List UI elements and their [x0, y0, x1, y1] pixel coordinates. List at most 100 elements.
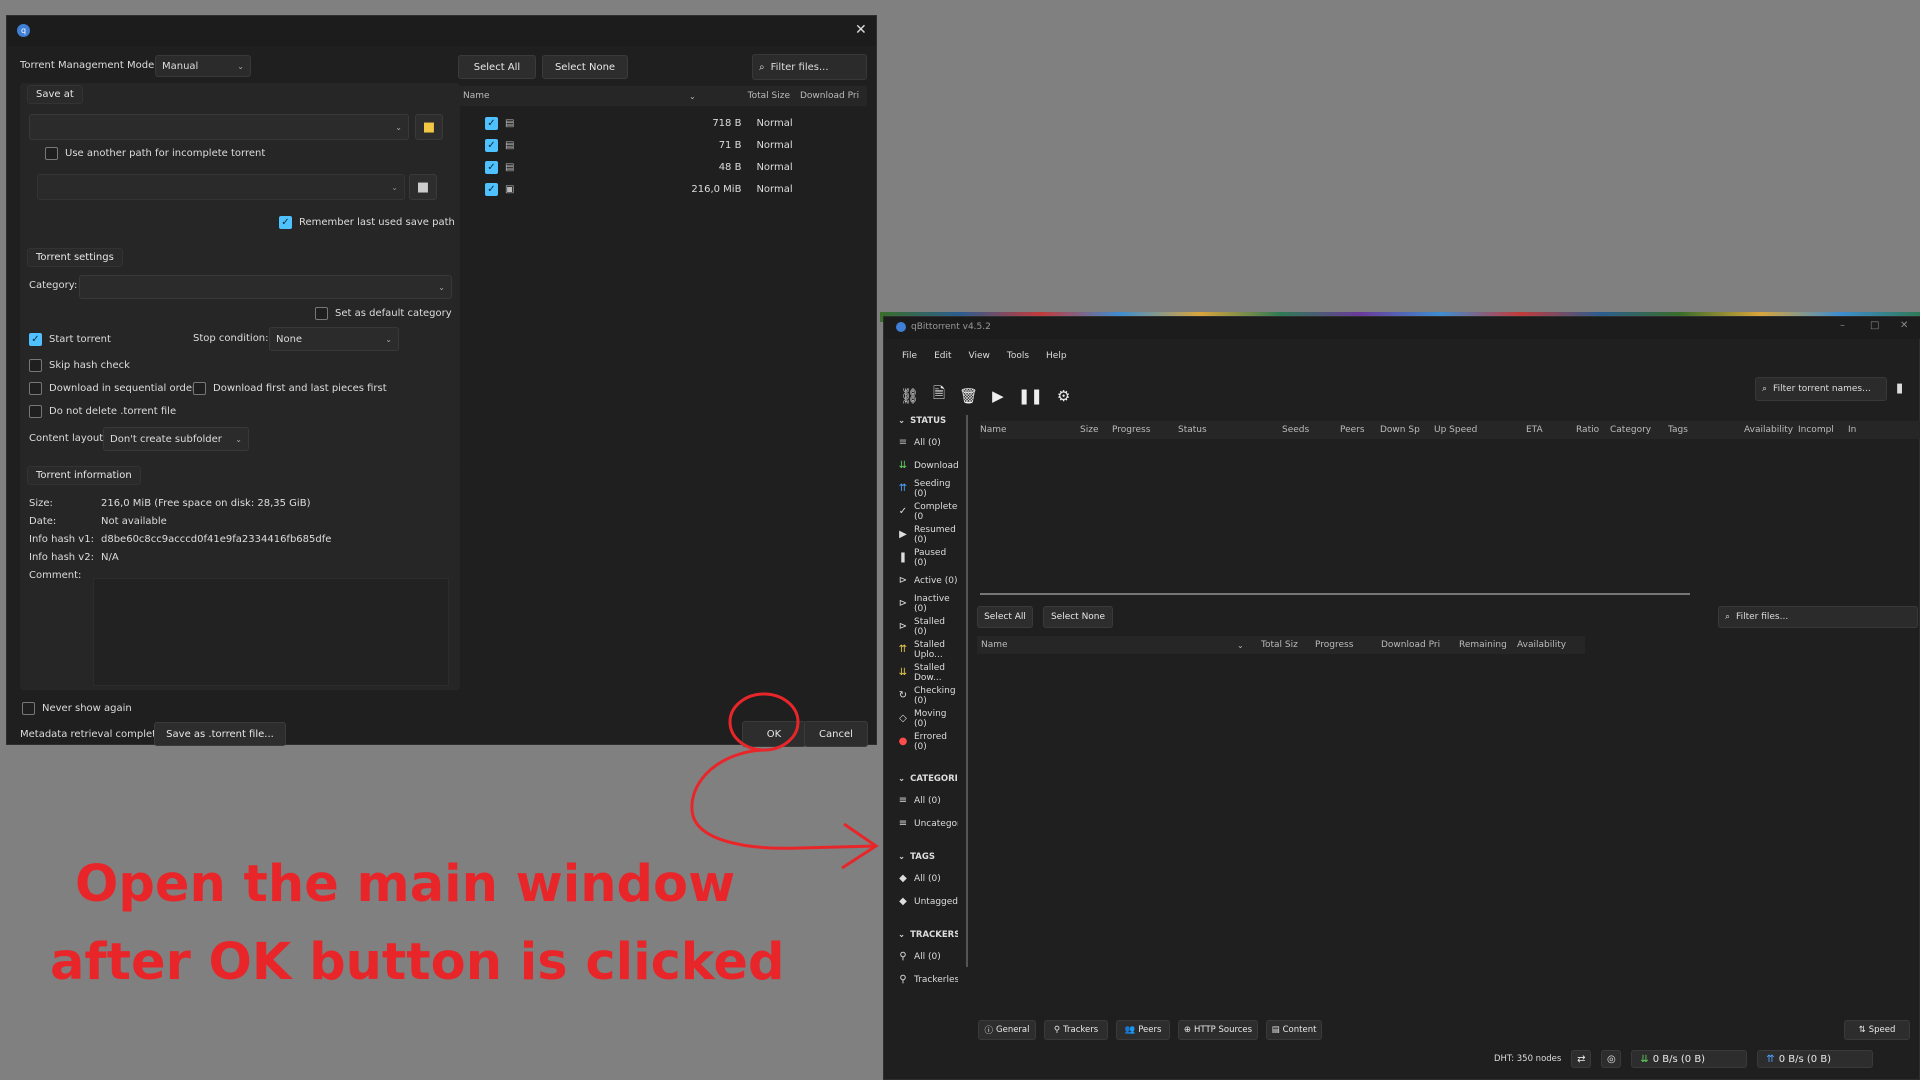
- settings-icon[interactable]: ⚙: [1057, 387, 1070, 405]
- save-torrent-file-button[interactable]: Save as .torrent file...: [154, 722, 286, 746]
- col-size[interactable]: Size: [1080, 425, 1112, 435]
- browse-incomplete-folder-button[interactable]: ■: [409, 174, 437, 200]
- file-checkbox[interactable]: ✓: [485, 182, 498, 196]
- maximize-icon[interactable]: □: [1870, 320, 1879, 331]
- menu-file[interactable]: File: [902, 351, 917, 361]
- status-resumed[interactable]: ▶ Resumed (0): [890, 523, 958, 546]
- file-row[interactable]: ✓ ▤ 48 B Normal: [459, 156, 867, 178]
- select-none-button[interactable]: Select None: [542, 55, 628, 79]
- col-total-size[interactable]: Total Size: [723, 91, 790, 101]
- col-ratio[interactable]: Ratio: [1576, 425, 1610, 435]
- select-all-button[interactable]: Select All: [458, 55, 536, 79]
- col-peers[interactable]: Peers: [1340, 425, 1380, 435]
- status-all[interactable]: ≡ All (0): [890, 431, 958, 454]
- status-completed[interactable]: ✓ Completed (0: [890, 500, 958, 523]
- filter-files-input[interactable]: ⌕ Filter files...: [752, 54, 867, 80]
- start-torrent-checkbox[interactable]: ✓: [29, 333, 42, 346]
- torrent-search-input[interactable]: ⌕ Filter torrent names...: [1755, 377, 1887, 401]
- tags-header[interactable]: ⌄ TAGS: [890, 847, 958, 867]
- content-col-remaining[interactable]: Remaining: [1459, 640, 1517, 650]
- network-icon[interactable]: ⇄: [1571, 1050, 1592, 1068]
- menu-view[interactable]: View: [969, 351, 990, 361]
- first-last-checkbox[interactable]: [193, 382, 206, 395]
- col-availability[interactable]: Availability: [1744, 425, 1798, 435]
- status-header[interactable]: ⌄ STATUS: [890, 411, 958, 431]
- save-path-combo[interactable]: ⌄: [29, 114, 409, 140]
- alt-speed-icon[interactable]: ◎: [1601, 1050, 1622, 1068]
- category-combo[interactable]: ⌄: [79, 275, 452, 299]
- content-col-priority[interactable]: Download Pri: [1381, 640, 1459, 650]
- col-down-speed[interactable]: Down Sp: [1380, 425, 1434, 435]
- tab-trackers[interactable]: ⚲ Trackers: [1044, 1020, 1108, 1040]
- tag-all[interactable]: ◆ All (0): [890, 867, 958, 890]
- incomplete-path-combo[interactable]: ⌄: [37, 174, 405, 200]
- status-inactive[interactable]: ⊳ Inactive (0): [890, 592, 958, 615]
- status-stalled-up[interactable]: ⇈ Stalled Uplo...: [890, 638, 958, 661]
- col-category[interactable]: Category: [1610, 425, 1668, 435]
- props-select-none-button[interactable]: Select None: [1043, 606, 1113, 628]
- horizontal-scrollbar[interactable]: [980, 593, 1690, 595]
- tag-untagged[interactable]: ◆ Untagged...: [890, 890, 958, 913]
- close-icon[interactable]: ✕: [855, 22, 867, 38]
- status-downloading[interactable]: ⇊ Downloadin...: [890, 454, 958, 477]
- sidebar-splitter[interactable]: [966, 415, 968, 967]
- file-row[interactable]: ✓ ▤ 71 B Normal: [459, 134, 867, 156]
- file-checkbox[interactable]: ✓: [485, 116, 498, 130]
- col-up-speed[interactable]: Up Speed: [1434, 425, 1526, 435]
- status-paused[interactable]: ❚ Paused (0): [890, 546, 958, 569]
- resume-icon[interactable]: ▶: [992, 387, 1004, 405]
- menu-edit[interactable]: Edit: [934, 351, 951, 361]
- status-seeding[interactable]: ⇈ Seeding (0): [890, 477, 958, 500]
- col-name[interactable]: Name: [980, 425, 1080, 435]
- col-in[interactable]: In: [1848, 425, 1856, 435]
- file-row[interactable]: ✓ ▣ 216,0 MiB Normal: [459, 178, 867, 200]
- tab-peers[interactable]: 👥 Peers: [1116, 1020, 1170, 1040]
- col-eta[interactable]: ETA: [1526, 425, 1576, 435]
- browse-folder-button[interactable]: ■: [415, 114, 443, 140]
- status-stalled-down[interactable]: ⇊ Stalled Dow...: [890, 661, 958, 684]
- torrent-list[interactable]: [980, 441, 1920, 589]
- no-delete-checkbox[interactable]: [29, 405, 42, 418]
- tab-http-sources[interactable]: ⊕ HTTP Sources: [1178, 1020, 1258, 1040]
- menu-tools[interactable]: Tools: [1007, 351, 1029, 361]
- col-name[interactable]: Name: [459, 91, 689, 101]
- category-uncategorized[interactable]: ≡ Uncategori...: [890, 812, 958, 835]
- set-default-category-checkbox[interactable]: [315, 307, 328, 320]
- props-filter-files-input[interactable]: ⌕ Filter files...: [1718, 606, 1918, 628]
- file-row[interactable]: ✓ ▤ 718 B Normal: [459, 112, 867, 134]
- status-errored[interactable]: ● Errored (0): [890, 730, 958, 753]
- download-speed-status[interactable]: ⇊ 0 B/s (0 B): [1631, 1050, 1748, 1068]
- rss-icon[interactable]: ▮: [1896, 381, 1903, 396]
- trackers-header[interactable]: ⌄ TRACKERS: [890, 925, 958, 945]
- props-select-all-button[interactable]: Select All: [977, 606, 1033, 628]
- col-seeds[interactable]: Seeds: [1282, 425, 1340, 435]
- menu-help[interactable]: Help: [1046, 351, 1067, 361]
- content-col-availability[interactable]: Availability: [1517, 640, 1566, 650]
- content-col-name[interactable]: Name: [977, 640, 1237, 650]
- col-status[interactable]: Status: [1178, 425, 1282, 435]
- sequential-checkbox[interactable]: [29, 382, 42, 395]
- add-torrent-file-icon[interactable]: 🗎: [933, 383, 945, 408]
- skip-hash-checkbox[interactable]: [29, 359, 42, 372]
- categories-header[interactable]: ⌄ CATEGORIES: [890, 769, 958, 789]
- status-moving[interactable]: ◇ Moving (0): [890, 707, 958, 730]
- stop-condition-combo[interactable]: None ⌄: [269, 327, 399, 351]
- upload-speed-status[interactable]: ⇈ 0 B/s (0 B): [1757, 1050, 1874, 1068]
- content-col-progress[interactable]: Progress: [1315, 640, 1381, 650]
- content-col-total-size[interactable]: Total Siz: [1261, 640, 1315, 650]
- pause-icon[interactable]: ❚❚: [1018, 387, 1043, 405]
- delete-icon[interactable]: 🗑: [959, 387, 978, 405]
- tracker-all[interactable]: ⚲ All (0): [890, 945, 958, 968]
- management-mode-combo[interactable]: Manual ⌄: [155, 55, 251, 77]
- minimize-icon[interactable]: –: [1840, 320, 1845, 331]
- close-icon[interactable]: ✕: [1900, 320, 1908, 331]
- status-active[interactable]: ⊳ Active (0): [890, 569, 958, 592]
- remember-path-checkbox[interactable]: ✓: [279, 216, 292, 229]
- add-link-icon[interactable]: ⛓: [900, 387, 919, 405]
- use-another-path-checkbox[interactable]: [45, 147, 58, 160]
- col-download-priority[interactable]: Download Pri: [790, 91, 859, 101]
- col-tags[interactable]: Tags: [1668, 425, 1744, 435]
- speed-button[interactable]: ⇅ Speed: [1844, 1020, 1910, 1040]
- status-checking[interactable]: ↻ Checking (0): [890, 684, 958, 707]
- category-all[interactable]: ≡ All (0): [890, 789, 958, 812]
